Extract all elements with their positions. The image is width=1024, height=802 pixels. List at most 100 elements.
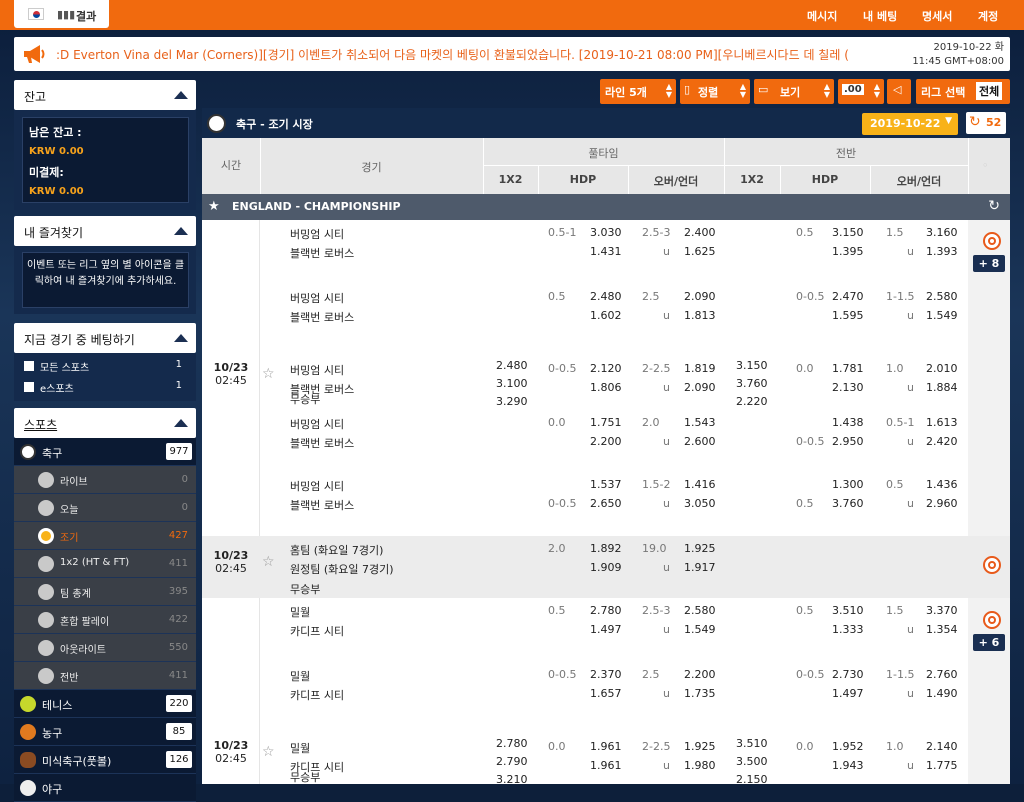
odds-hhdp2[interactable]: 1.395 [832,245,864,258]
odds-hou2[interactable]: 1.490 [926,687,958,700]
odds-hhdp1[interactable]: 2.470 [832,290,864,303]
odds-ou1[interactable]: 2.580 [684,604,716,617]
odds-hdp2[interactable]: 1.806 [590,381,622,394]
live-panel-header[interactable]: 지금 경기 중 베팅하기 [14,323,196,353]
odds-hx1[interactable]: 3.510 [736,737,768,750]
odds-x3[interactable]: 3.210 [496,773,528,784]
soccer-sub-parlay[interactable]: 혼합 팔레이 422 [14,606,196,634]
collapse-icon[interactable] [174,419,188,427]
odds-hdp1[interactable]: 1.961 [590,740,622,753]
odds-hdp2[interactable]: 1.497 [590,623,622,636]
odds-hou1[interactable]: 3.160 [926,226,958,239]
odds-hou1[interactable]: 2.140 [926,740,958,753]
korea-flag-icon[interactable] [28,8,44,20]
favorites-panel-header[interactable]: 내 즐겨찾기 [14,216,196,246]
odds-hhdp2[interactable]: 1.497 [832,687,864,700]
odds-ou2[interactable]: 1.735 [684,687,716,700]
star-icon[interactable]: ☆ [262,366,275,382]
odds-hhdp2[interactable]: 2.130 [832,381,864,394]
odds-hou2[interactable]: 1.354 [926,623,958,636]
odds-hdp1[interactable]: 2.480 [590,290,622,303]
odds-hdp1[interactable]: 3.030 [590,226,622,239]
odds-x1[interactable]: 2.480 [496,359,528,372]
odds-hou2[interactable]: 2.420 [926,435,958,448]
odds-hhdp1[interactable]: 1.781 [832,362,864,375]
soccer-sub-early[interactable]: 조기 427 [14,522,196,550]
odds-hhdp1[interactable]: 3.150 [832,226,864,239]
soccer-sub-outright[interactable]: 아웃라이트 550 [14,634,196,662]
odds-hou1[interactable]: 2.010 [926,362,958,375]
collapse-icon[interactable] [174,91,188,99]
sport-american-football[interactable]: 미식축구(풋볼) 126 [14,746,196,774]
odds-hdp2[interactable]: 1.657 [590,687,622,700]
odds-hdp1[interactable]: 2.780 [590,604,622,617]
odds-ou1[interactable]: 1.543 [684,416,716,429]
odds-hou1[interactable]: 1.613 [926,416,958,429]
nav-my-bets[interactable]: 내 베팅 [863,8,897,24]
live-item-esports[interactable]: e스포츠 1 [14,377,196,397]
collapse-icon[interactable] [174,334,188,342]
more-markets-button[interactable]: + 6 [973,634,1005,651]
odds-hou2[interactable]: 1.549 [926,309,958,322]
checkbox[interactable] [24,361,34,371]
odds-hhdp2[interactable]: 1.595 [832,309,864,322]
live-stream-icon[interactable] [983,232,1001,250]
odds-ou2[interactable]: 1.549 [684,623,716,636]
nav-statement[interactable]: 명세서 [922,8,952,24]
odds-hdp2[interactable]: 2.650 [590,497,622,510]
odds-hhdp1[interactable]: 1.300 [832,478,864,491]
odds-ou1[interactable]: 2.200 [684,668,716,681]
soccer-sub-first-half[interactable]: 전반 411 [14,662,196,690]
nav-account[interactable]: 계정 [978,8,998,24]
odds-hou2[interactable]: 1.393 [926,245,958,258]
odds-hou1[interactable]: 2.760 [926,668,958,681]
sport-baseball[interactable]: 야구 [14,774,196,802]
odds-hhdp2[interactable]: 2.950 [832,435,864,448]
odds-hx2[interactable]: 3.500 [736,755,768,768]
odds-hx2[interactable]: 3.760 [736,377,768,390]
odds-hdp1[interactable]: 1.537 [590,478,622,491]
soccer-sub-today[interactable]: 오늘 0 [14,494,196,522]
odds-ou2[interactable]: 2.090 [684,381,716,394]
odds-hdp2[interactable]: 1.602 [590,309,622,322]
odds-ou1[interactable]: 1.819 [684,362,716,375]
sound-toggle[interactable]: ◁ [887,79,911,104]
star-icon[interactable]: ☆ [262,744,275,760]
sport-soccer[interactable]: 축구 977 [14,438,196,466]
odds-x3[interactable]: 3.290 [496,395,528,408]
refresh-button[interactable]: ↻ 52 [966,112,1006,134]
odds-hhdp2[interactable]: 1.943 [832,759,864,772]
odds-ou1[interactable]: 1.416 [684,478,716,491]
odds-hdp1[interactable]: 1.751 [590,416,622,429]
date-picker[interactable]: 2019-10-22 ▼ [862,113,958,135]
refresh-icon[interactable]: ↻ [988,198,1000,214]
odds-ou2[interactable]: 1.980 [684,759,716,772]
odds-ou2[interactable]: 1.917 [684,561,716,574]
odds-hhdp1[interactable]: 3.510 [832,604,864,617]
odds-hx3[interactable]: 2.150 [736,773,768,784]
odds-hhdp1[interactable]: 1.952 [832,740,864,753]
odds-hhdp2[interactable]: 1.333 [832,623,864,636]
odds-hhdp1[interactable]: 2.730 [832,668,864,681]
live-stream-icon[interactable] [983,556,1001,574]
view-select[interactable]: ▭ 보기 ▲ ▼ [754,79,834,104]
odds-ou1[interactable]: 1.925 [684,740,716,753]
odds-format-select[interactable]: .00 ▲ ▼ [838,79,884,104]
odds-ou1[interactable]: 2.400 [684,226,716,239]
odds-ou2[interactable]: 3.050 [684,497,716,510]
collapse-icon[interactable] [174,227,188,235]
sport-tennis[interactable]: 테니스 220 [14,690,196,718]
soccer-sub-live[interactable]: 라이브 0 [14,466,196,494]
live-stream-icon[interactable] [983,611,1001,629]
results-link[interactable]: 결과 [76,8,96,24]
odds-hdp1[interactable]: 2.120 [590,362,622,375]
odds-hou2[interactable]: 2.960 [926,497,958,510]
odds-hdp2[interactable]: 1.961 [590,759,622,772]
odds-hdp2[interactable]: 1.431 [590,245,622,258]
lines-select[interactable]: 라인 5개 ▲ ▼ [600,79,676,104]
odds-hdp1[interactable]: 1.892 [590,542,622,555]
more-markets-button[interactable]: + 8 [973,255,1005,272]
odds-ou2[interactable]: 1.625 [684,245,716,258]
odds-hou2[interactable]: 1.775 [926,759,958,772]
league-select[interactable]: 리그 선택 전체 [916,79,1010,104]
